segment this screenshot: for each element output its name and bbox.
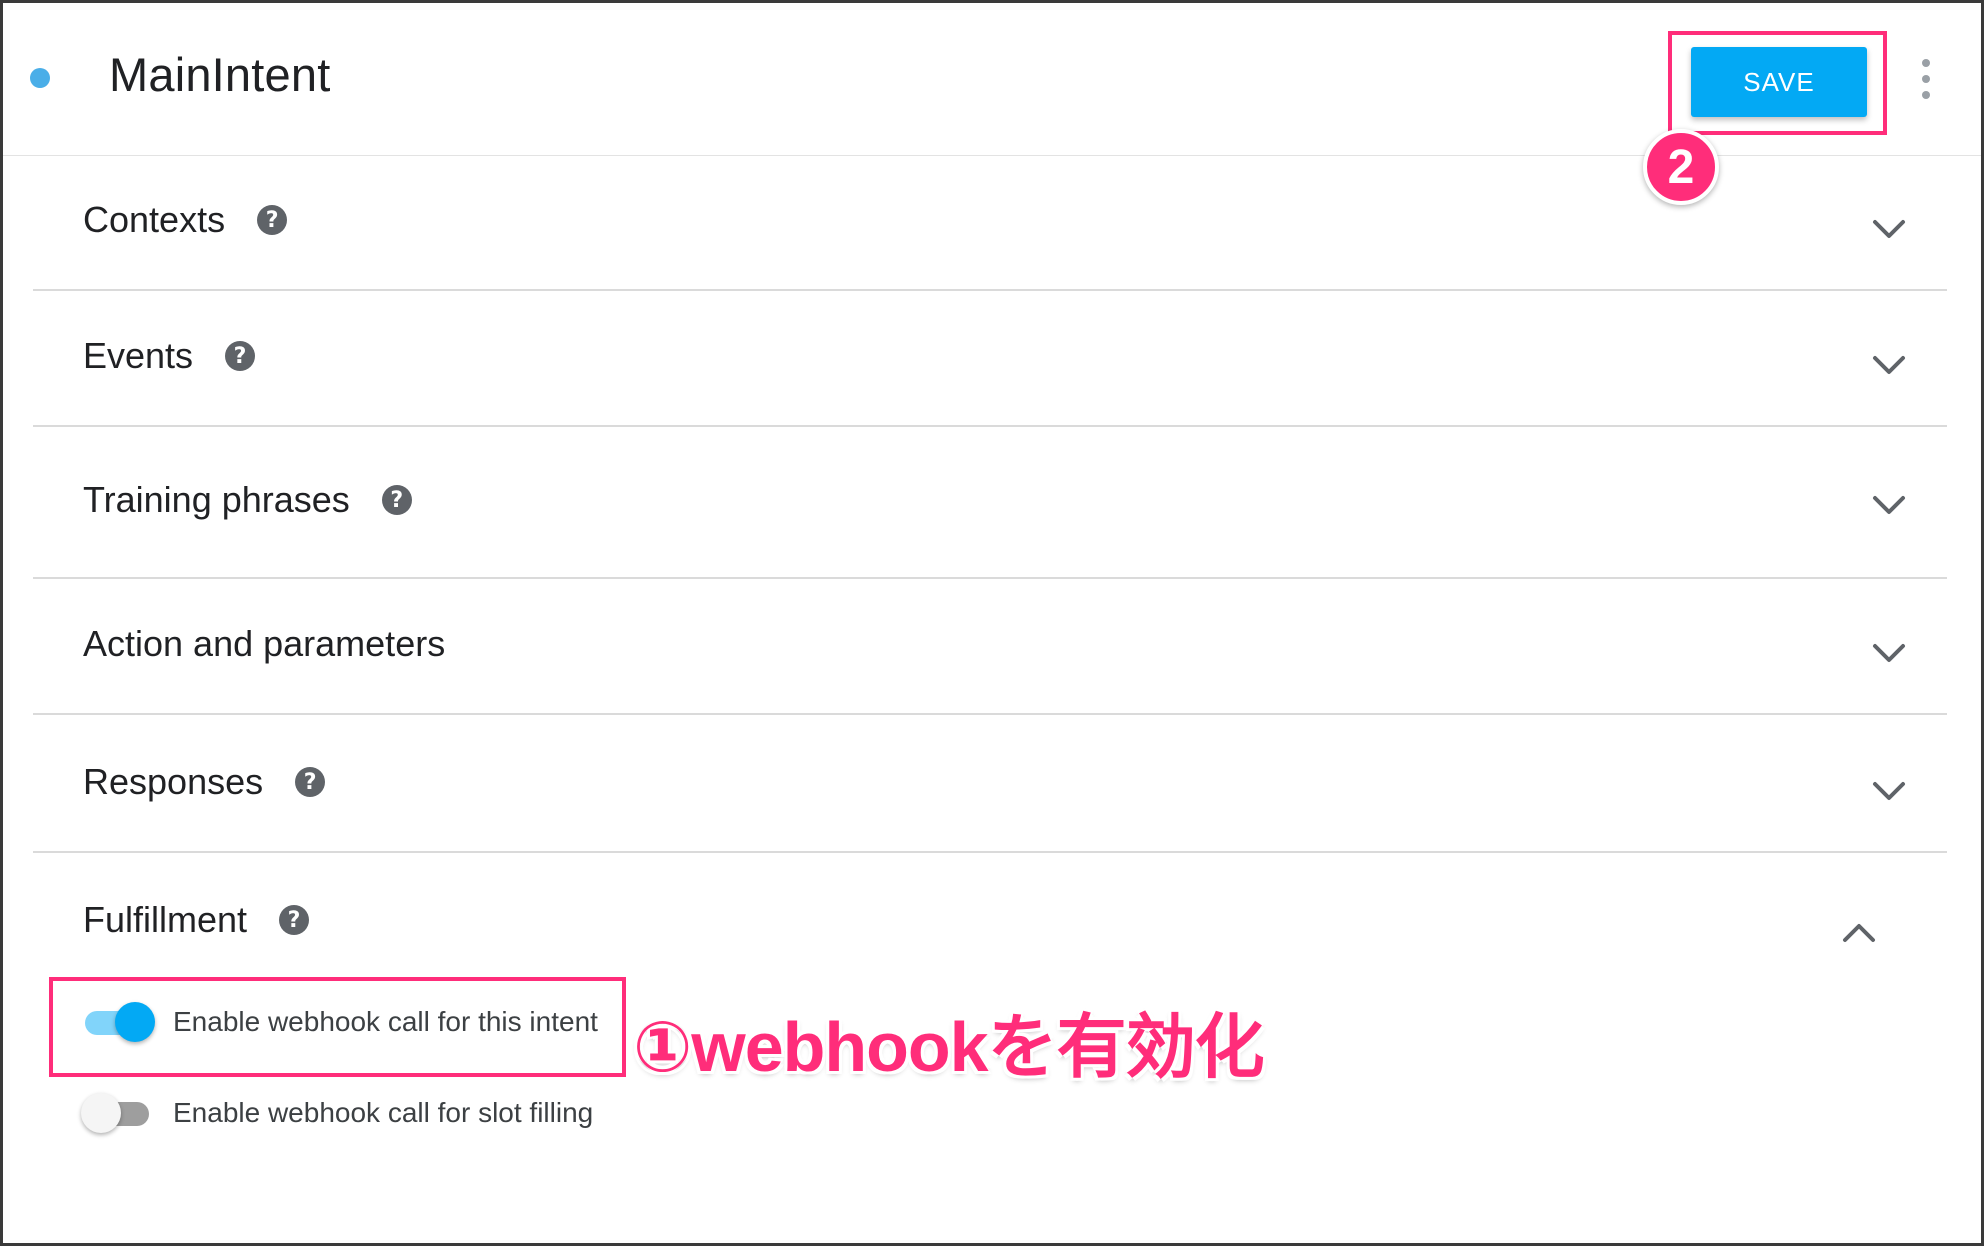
chevron-down-icon[interactable] [1869,209,1909,249]
section-training-phrases[interactable]: Training phrases ? [33,427,1947,579]
webhook-slot-toggle[interactable] [81,1093,153,1133]
webhook-slot-row: Enable webhook call for slot filling [81,1093,593,1133]
help-icon[interactable]: ? [225,341,256,371]
intent-title[interactable]: MainIntent [109,47,330,102]
section-label: Fulfillment [83,899,248,940]
help-icon[interactable]: ? [279,905,310,935]
section-label: Responses [83,761,264,802]
section-label: Events [83,335,194,376]
webhook-slot-label: Enable webhook call for slot filling [173,1097,594,1128]
webhook-highlight-box [49,977,626,1077]
help-icon[interactable]: ? [381,485,412,515]
section-action-parameters[interactable]: Action and parameters [33,579,1947,715]
help-icon[interactable]: ? [295,767,326,797]
chevron-up-icon[interactable] [1839,913,1879,953]
section-label: Action and parameters [83,623,446,664]
chevron-down-icon[interactable] [1869,485,1909,525]
chevron-down-icon[interactable] [1869,771,1909,811]
section-fulfillment-header[interactable]: Fulfillment ? [83,899,310,941]
intent-editor: MainIntent SAVE Contexts ? Events ? Trai… [0,0,1984,1246]
more-options-icon[interactable] [1916,59,1936,99]
section-label: Training phrases [83,479,350,520]
status-dot [30,68,50,88]
save-highlight-box [1668,31,1887,135]
section-events[interactable]: Events ? [33,291,1947,427]
help-icon[interactable]: ? [257,205,288,235]
section-responses[interactable]: Responses ? [33,715,1947,853]
chevron-down-icon[interactable] [1869,345,1909,385]
section-label: Contexts [83,199,226,240]
step-1-caption: ①webhookを有効化 [633,1008,1265,1086]
step-2-marker: 2 [1643,129,1719,205]
chevron-down-icon[interactable] [1869,633,1909,673]
